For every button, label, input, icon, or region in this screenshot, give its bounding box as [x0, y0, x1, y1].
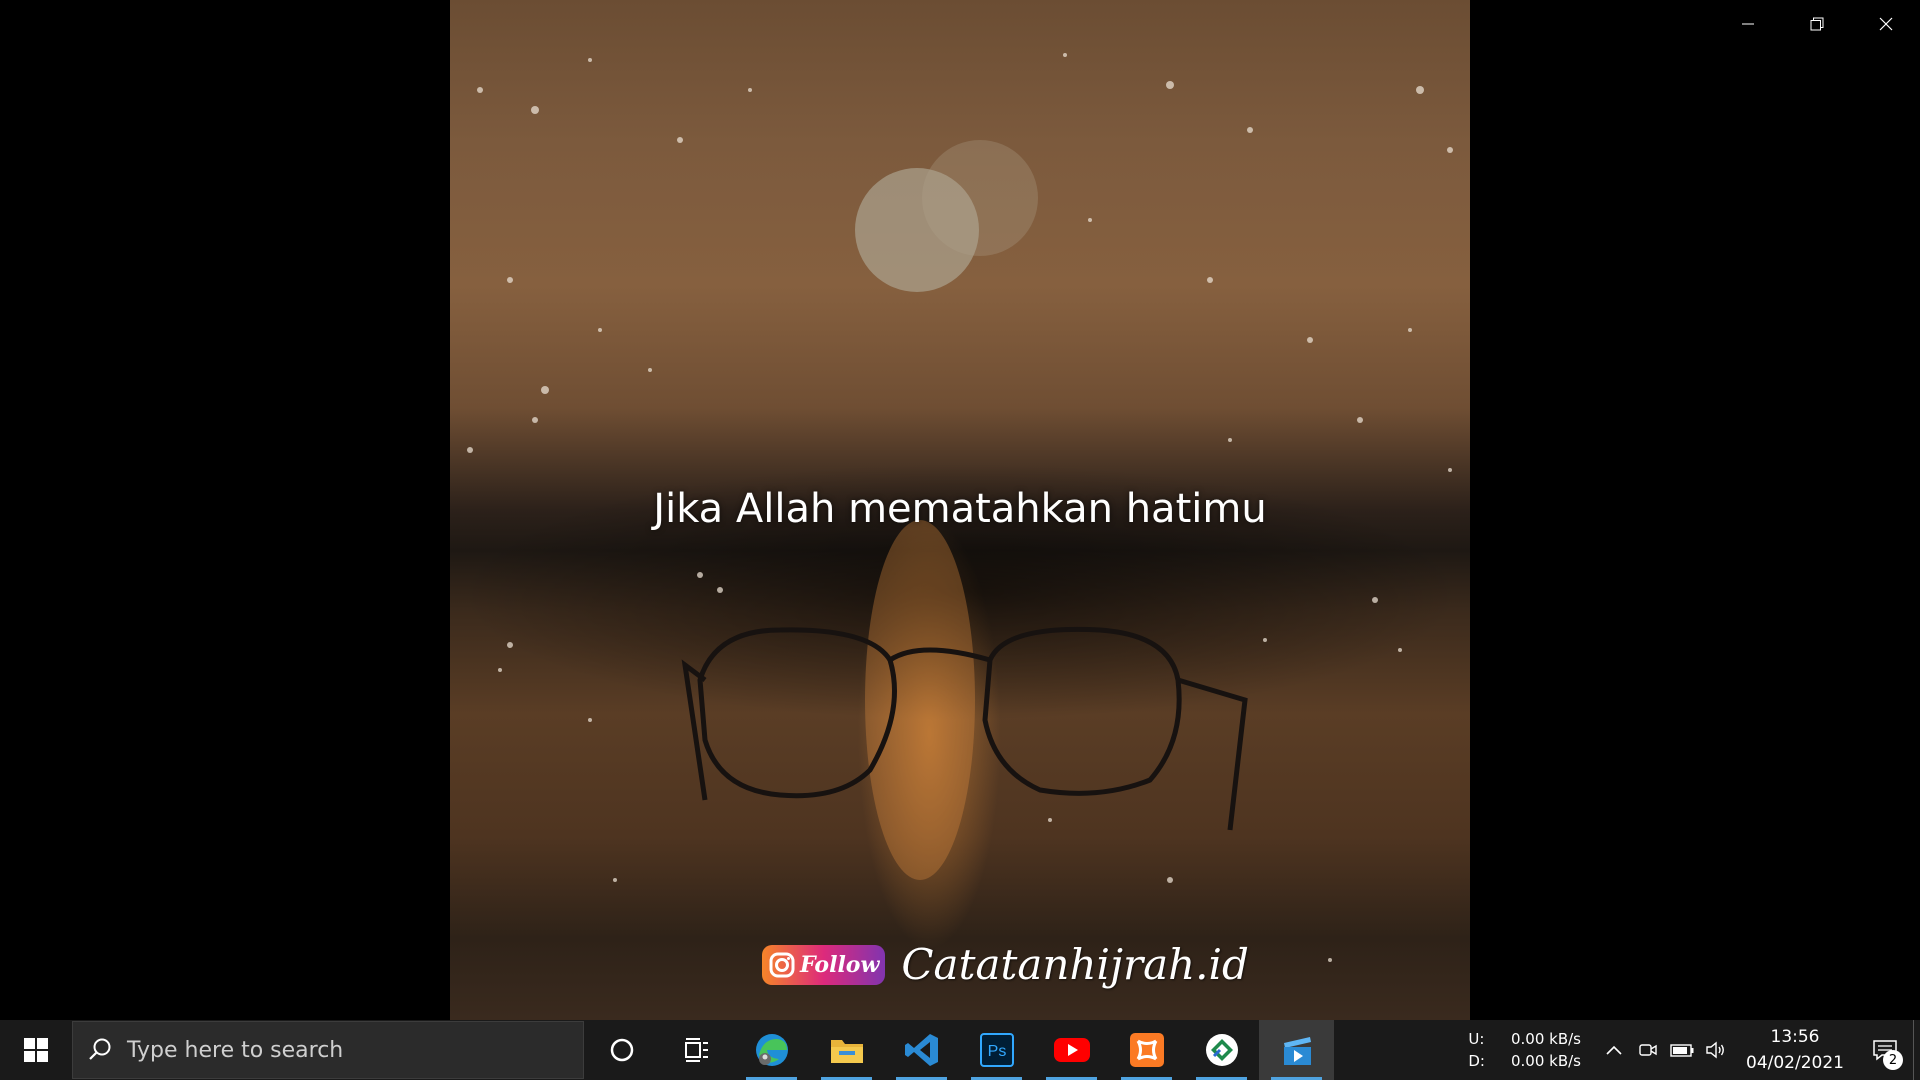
search-icon: [73, 1037, 127, 1063]
start-button[interactable]: [0, 1020, 72, 1080]
action-center-button[interactable]: 2: [1857, 1020, 1913, 1080]
restore-icon: [1810, 17, 1823, 31]
task-view-icon: [684, 1038, 708, 1062]
instagram-follow-badge: Follow: [762, 944, 886, 985]
upload-label: U:: [1468, 1030, 1485, 1048]
system-tray: U: D: 0.00 kB/s 0.00 kB/s 13:56 04/02/20…: [1468, 1020, 1920, 1080]
follow-label: Follow: [800, 951, 880, 978]
minimize-icon: [1741, 23, 1754, 25]
windows-logo-icon: [24, 1038, 48, 1062]
clock-date: 04/02/2021: [1746, 1053, 1844, 1073]
window-controls: [1713, 0, 1920, 48]
clock-time: 13:56: [1770, 1027, 1820, 1047]
photoshop-icon: Ps: [979, 1033, 1014, 1067]
search-placeholder: Type here to search: [127, 1037, 344, 1063]
cortana-button[interactable]: [584, 1020, 659, 1080]
svg-text:Ps: Ps: [987, 1043, 1006, 1060]
cortana-icon: [610, 1038, 633, 1062]
taskbar-clock[interactable]: 13:56 04/02/2021: [1743, 1024, 1847, 1076]
meet-now-button[interactable]: [1631, 1020, 1665, 1080]
restore-button[interactable]: [1782, 0, 1851, 48]
battery-icon: [1670, 1044, 1694, 1057]
photoshop-button[interactable]: Ps: [959, 1020, 1034, 1080]
vscode-icon: [904, 1034, 938, 1066]
download-speed: 0.00 kB/s: [1510, 1052, 1581, 1070]
notification-count-badge: 2: [1883, 1050, 1903, 1070]
show-hidden-icons-button[interactable]: [1597, 1020, 1631, 1080]
movies-tv-button[interactable]: [1259, 1020, 1334, 1080]
battery-button[interactable]: [1665, 1020, 1699, 1080]
greenshot-icon: [1205, 1034, 1238, 1066]
speaker-icon: [1706, 1041, 1724, 1059]
file-explorer-button[interactable]: [809, 1020, 884, 1080]
xampp-icon: [1129, 1033, 1164, 1067]
vscode-button[interactable]: [884, 1020, 959, 1080]
volume-button[interactable]: [1699, 1020, 1733, 1080]
download-label: D:: [1468, 1052, 1485, 1070]
show-desktop-button[interactable]: [1913, 1020, 1920, 1080]
chevron-up-icon: [1606, 1045, 1622, 1055]
file-explorer-icon: [830, 1040, 863, 1063]
video-player-window[interactable]: Jika Allah mematahkan hatimu Follow Cata…: [0, 0, 1920, 1020]
close-button[interactable]: [1851, 0, 1920, 48]
video-camera-icon: [1639, 1044, 1657, 1056]
network-speed-meter[interactable]: U: D: 0.00 kB/s 0.00 kB/s: [1468, 1030, 1581, 1070]
edge-icon: [755, 1034, 788, 1066]
minimize-button[interactable]: [1713, 0, 1782, 48]
watermark: Follow Catatanhijrah.id: [762, 940, 1249, 989]
video-caption: Jika Allah mematahkan hatimu: [653, 486, 1267, 532]
youtube-icon: [1053, 1038, 1090, 1062]
edge-button[interactable]: [734, 1020, 809, 1080]
upload-speed: 0.00 kB/s: [1510, 1030, 1581, 1048]
instagram-icon: [769, 952, 795, 977]
taskbar: Type here to search Ps U: D: 0.00 kB/s 0…: [0, 1020, 1920, 1080]
close-icon: [1879, 17, 1892, 31]
taskbar-search-box[interactable]: Type here to search: [72, 1021, 584, 1079]
video-frame[interactable]: Jika Allah mematahkan hatimu Follow Cata…: [450, 0, 1470, 1020]
task-view-button[interactable]: [659, 1020, 734, 1080]
taskbar-apps: Ps: [584, 1020, 1334, 1080]
xampp-button[interactable]: [1109, 1020, 1184, 1080]
movies-tv-icon: [1283, 1037, 1311, 1065]
watermark-handle: Catatanhijrah.id: [901, 940, 1249, 989]
greenshot-button[interactable]: [1184, 1020, 1259, 1080]
youtube-button[interactable]: [1034, 1020, 1109, 1080]
